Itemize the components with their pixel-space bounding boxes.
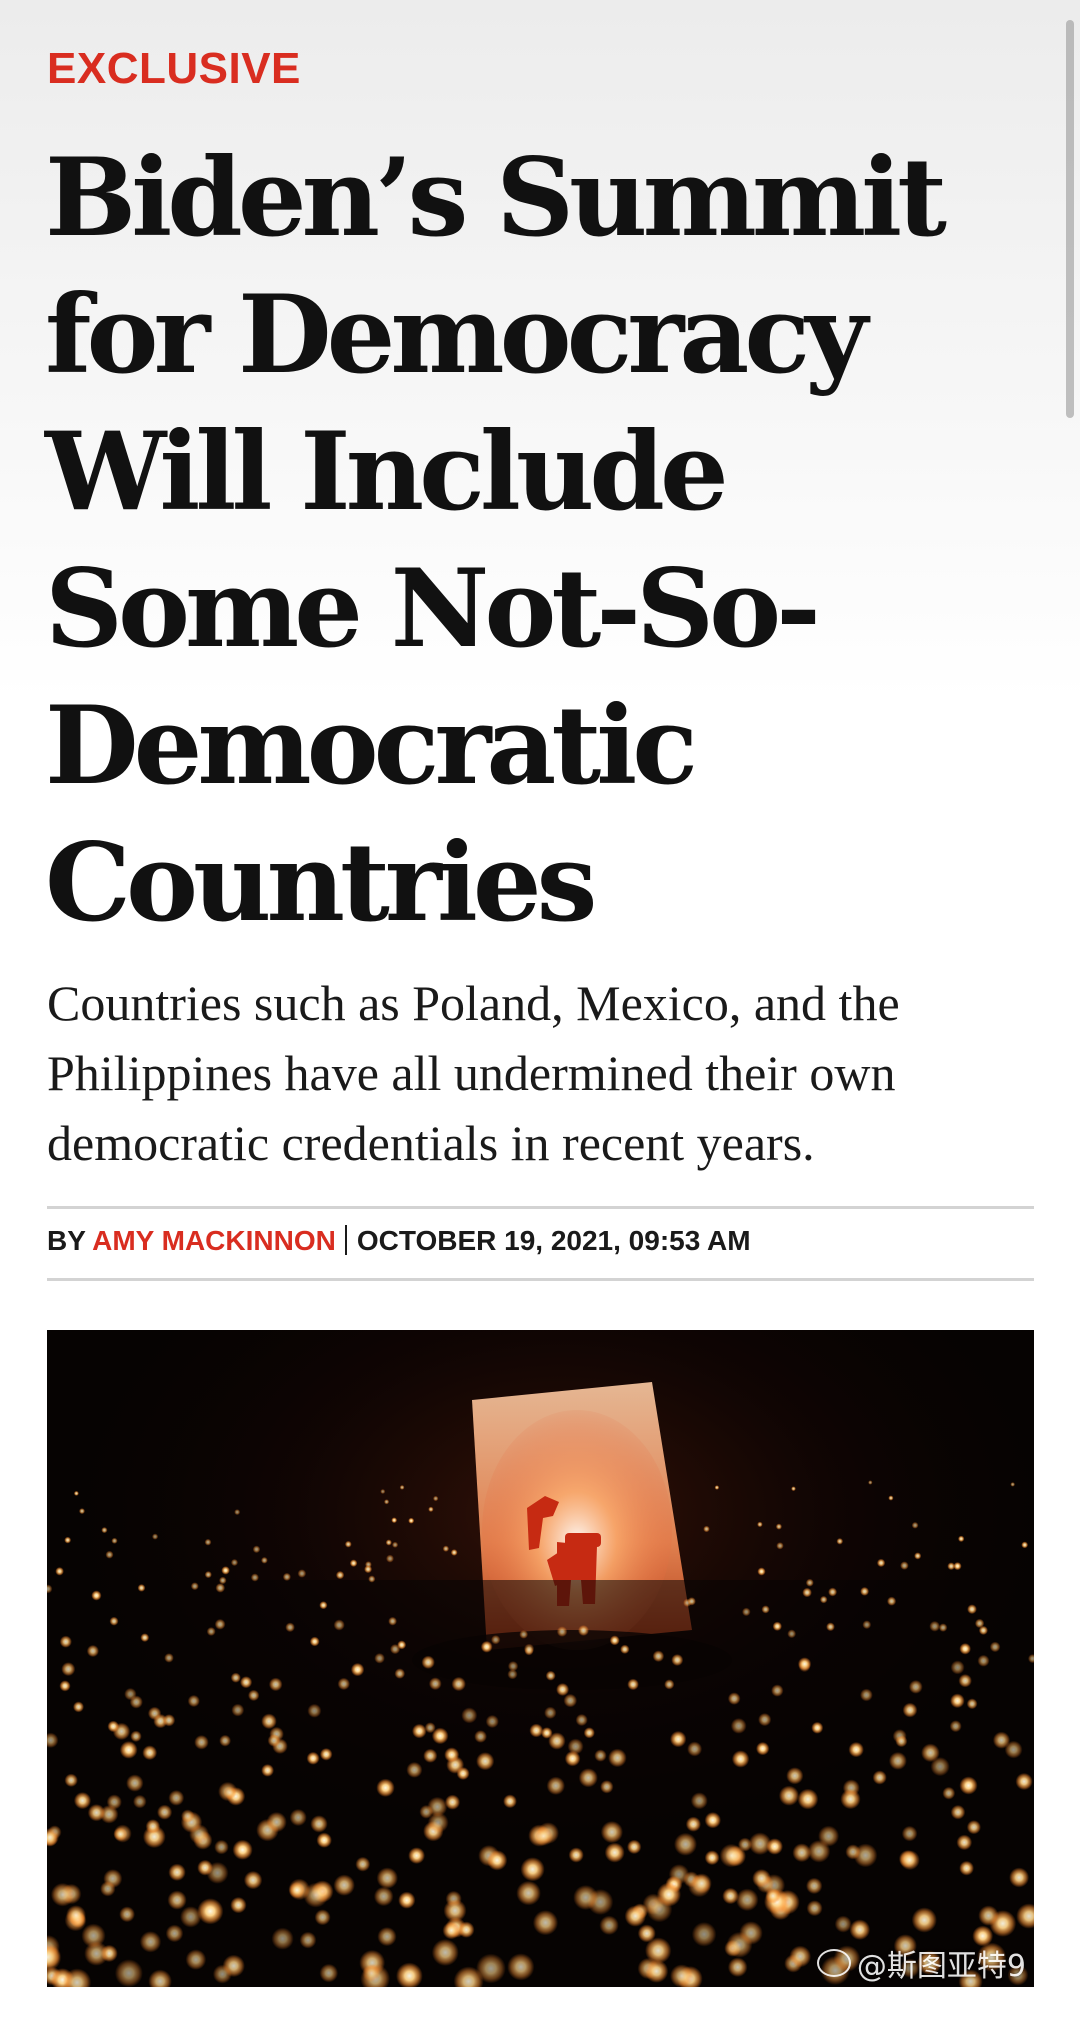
hero-image: @斯图亚特9 (47, 1330, 1034, 1987)
candlelight-vigil-photo (47, 1330, 1034, 1987)
byline-separator (344, 1225, 347, 1255)
article-page: EXCLUSIVE Biden’s Summit for Democracy W… (0, 0, 1080, 2026)
watermark: @斯图亚特9 (816, 1941, 1026, 1985)
scrollbar[interactable] (1066, 20, 1074, 418)
divider (47, 1278, 1034, 1281)
article-kicker: EXCLUSIVE (47, 44, 301, 93)
weibo-icon (816, 1949, 851, 1977)
article-headline: Biden’s Summit for Democracy Will Includ… (45, 135, 947, 946)
publish-date: OCTOBER 19, 2021, 09:53 AM (356, 1225, 751, 1256)
byline: BY AMY MACKINNON OCTOBER 19, 2021, 09:53 … (47, 1223, 751, 1259)
author-link[interactable]: AMY MACKINNON (92, 1225, 336, 1256)
byline-prefix: BY (47, 1225, 86, 1256)
divider (47, 1206, 1034, 1209)
article-dek: Countries such as Poland, Mexico, and th… (47, 975, 900, 1171)
watermark-text: @斯图亚特9 (856, 1949, 1026, 1984)
